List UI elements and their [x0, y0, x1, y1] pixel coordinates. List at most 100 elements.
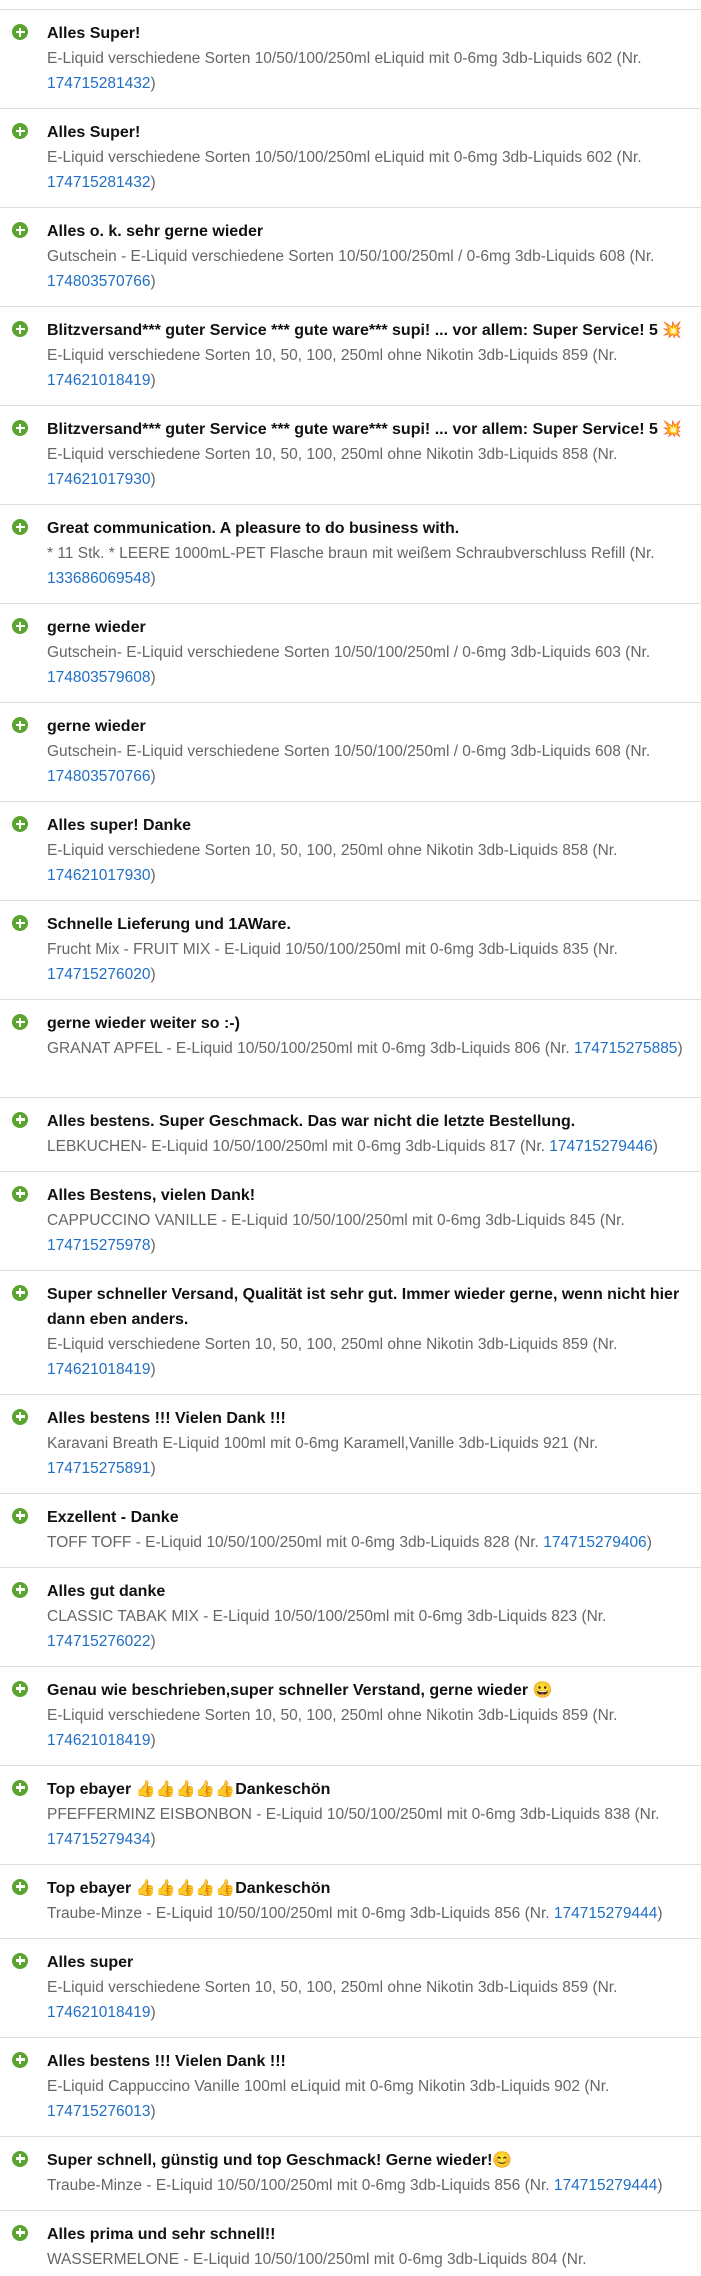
item-description: GRANAT APFEL - E-Liquid 10/50/100/250ml …	[47, 1036, 685, 1061]
item-suffix: )	[150, 273, 156, 290]
item-title: E-Liquid Cappuccino Vanille 100ml eLiqui…	[47, 2077, 610, 2095]
item-suffix: )	[646, 1533, 652, 1551]
item-suffix: )	[657, 2176, 663, 2194]
item-suffix: )	[150, 75, 156, 92]
item-suffix: )	[150, 1236, 156, 1254]
feedback-comment: Alles Super!	[47, 25, 141, 42]
item-description: E-Liquid verschiedene Sorten 10, 50, 100…	[47, 343, 685, 393]
feedback-comment: Top ebayer 👍👍👍👍👍Dankeschön	[47, 1780, 331, 1798]
item-title: Traube-Minze - E-Liquid 10/50/100/250ml …	[47, 1904, 550, 1922]
item-suffix: )	[652, 1137, 658, 1155]
item-suffix: )	[150, 2102, 156, 2120]
item-number-link[interactable]: 174715279444	[554, 1905, 657, 1922]
item-title: Traube-Minze - E-Liquid 10/50/100/250ml …	[47, 2176, 550, 2194]
item-number-link[interactable]: 174621018419	[47, 1732, 150, 1749]
feedback-comment: Alles super	[47, 1953, 134, 1971]
feedback-entry: gerne wieder Gutschein- E-Liquid verschi…	[0, 604, 701, 703]
item-title: CLASSIC TABAK MIX - E-Liquid 10/50/100/2…	[47, 1607, 607, 1625]
feedback-comment: Genau wie beschrieben,super schneller Ve…	[47, 1681, 553, 1699]
item-title: GRANAT APFEL - E-Liquid 10/50/100/250ml …	[47, 1040, 570, 1057]
item-number-link[interactable]: 174715279406	[543, 1534, 646, 1551]
item-description: E-Liquid verschiedene Sorten 10, 50, 100…	[47, 1975, 685, 2025]
item-title: PFEFFERMINZ EISBONBON - E-Liquid 10/50/1…	[47, 1805, 660, 1823]
positive-rating-icon	[12, 1952, 28, 1969]
item-suffix: )	[150, 372, 156, 389]
positive-rating-icon	[12, 2224, 28, 2241]
positive-rating-icon	[12, 2051, 28, 2068]
feedback-entry: Blitzversand*** guter Service *** gute w…	[0, 307, 701, 406]
item-suffix: )	[150, 1731, 156, 1749]
feedback-comment: Alles super! Danke	[47, 817, 192, 834]
item-number-link[interactable]: 174715275978	[47, 1237, 150, 1254]
item-suffix: )	[150, 768, 156, 785]
item-description: E-Liquid verschiedene Sorten 10, 50, 100…	[47, 442, 685, 492]
item-number-link[interactable]: 174715275891	[47, 1460, 150, 1477]
item-title: E-Liquid verschiedene Sorten 10, 50, 100…	[47, 842, 618, 859]
item-number-link[interactable]: 174715279444	[554, 2177, 657, 2194]
item-number-link[interactable]: 174715276013	[47, 2103, 150, 2120]
item-number-link[interactable]: 174715281432	[47, 174, 150, 191]
item-description: * 11 Stk. * LEERE 1000mL-PET Flasche bra…	[47, 541, 685, 591]
feedback-comment: gerne wieder	[47, 619, 146, 636]
feedback-entry: Alles Bestens, vielen Dank! CAPPUCCINO V…	[0, 1172, 701, 1271]
positive-rating-icon	[12, 123, 28, 139]
item-suffix: )	[150, 867, 156, 884]
item-description: PFEFFERMINZ EISBONBON - E-Liquid 10/50/1…	[47, 1802, 685, 1852]
item-number-link[interactable]: 174715276020	[47, 966, 150, 983]
item-description: E-Liquid verschiedene Sorten 10/50/100/2…	[47, 46, 685, 96]
positive-rating-icon	[12, 1878, 28, 1895]
item-description: E-Liquid Cappuccino Vanille 100ml eLiqui…	[47, 2074, 685, 2124]
positive-rating-icon	[12, 1779, 28, 1796]
item-title: E-Liquid verschiedene Sorten 10, 50, 100…	[47, 446, 618, 463]
item-title: E-Liquid verschiedene Sorten 10, 50, 100…	[47, 347, 618, 364]
item-title: E-Liquid verschiedene Sorten 10, 50, 100…	[47, 1706, 618, 1724]
feedback-page: Alles Super! E-Liquid verschiedene Sorte…	[0, 0, 701, 2276]
feedback-entry: gerne wieder weiter so :-) GRANAT APFEL …	[0, 1000, 701, 1098]
feedback-comment: Alles bestens. Super Geschmack. Das war …	[47, 1112, 576, 1130]
positive-rating-icon	[12, 1408, 28, 1425]
item-title: Gutschein - E-Liquid verschiedene Sorten…	[47, 248, 655, 265]
feedback-entry: Alles bestens. Super Geschmack. Das war …	[0, 1098, 701, 1172]
feedback-entry: Alles bestens !!! Vielen Dank !!! E-Liqu…	[0, 2038, 701, 2137]
feedback-comment: Super schneller Versand, Qualität ist se…	[47, 1285, 680, 1328]
item-number-link[interactable]: 174621017930	[47, 867, 150, 884]
feedback-comment: Blitzversand*** guter Service *** gute w…	[47, 421, 683, 438]
item-title: TOFF TOFF - E-Liquid 10/50/100/250ml mit…	[47, 1533, 539, 1551]
item-description: Karavani Breath E-Liquid 100ml mit 0-6mg…	[47, 1431, 685, 1481]
item-number-link[interactable]: 174803570766	[47, 273, 150, 290]
feedback-comment: Alles bestens !!! Vielen Dank !!!	[47, 2052, 286, 2070]
feedback-comment: Super schnell, günstig und top Geschmack…	[47, 2151, 513, 2169]
item-number-link[interactable]: 174715275885	[574, 1040, 677, 1057]
item-number-link[interactable]: 174621017930	[47, 471, 150, 488]
feedback-entry: Alles super E-Liquid verschiedene Sorten…	[0, 1939, 701, 2038]
item-suffix: )	[150, 570, 156, 587]
item-number-link[interactable]: 133686069548	[47, 570, 150, 587]
item-title: CAPPUCCINO VANILLE - E-Liquid 10/50/100/…	[47, 1211, 625, 1229]
item-title: E-Liquid verschiedene Sorten 10/50/100/2…	[47, 149, 642, 166]
positive-rating-icon	[12, 2150, 28, 2167]
positive-rating-icon	[12, 420, 28, 436]
feedback-comment: Alles gut danke	[47, 1582, 166, 1600]
item-suffix: )	[150, 966, 156, 983]
item-number-link[interactable]: 174715279434	[47, 1831, 150, 1848]
item-title: Karavani Breath E-Liquid 100ml mit 0-6mg…	[47, 1434, 599, 1452]
item-title: E-Liquid verschiedene Sorten 10, 50, 100…	[47, 1978, 618, 1996]
item-number-link[interactable]: 174715276022	[47, 1633, 150, 1650]
positive-rating-icon	[12, 1284, 28, 1301]
feedback-entry: Alles Super! E-Liquid verschiedene Sorte…	[0, 109, 701, 208]
feedback-comment: Exzellent - Danke	[47, 1508, 179, 1526]
feedback-entry: Alles super! Danke E-Liquid verschiedene…	[0, 802, 701, 901]
item-number-link[interactable]: 174621018419	[47, 2004, 150, 2021]
positive-rating-icon	[12, 816, 28, 832]
item-number-link[interactable]: 174715279446	[549, 1138, 652, 1155]
item-number-link[interactable]: 174621018419	[47, 1361, 150, 1378]
item-description: CLASSIC TABAK MIX - E-Liquid 10/50/100/2…	[47, 1604, 685, 1654]
item-number-link[interactable]: 174715281432	[47, 75, 150, 92]
item-description: Frucht Mix - FRUIT MIX - E-Liquid 10/50/…	[47, 937, 685, 987]
feedback-entry: Schnelle Lieferung und 1AWare. Frucht Mi…	[0, 901, 701, 1000]
item-number-link[interactable]: 174803570766	[47, 768, 150, 785]
item-description: Gutschein- E-Liquid verschiedene Sorten …	[47, 739, 685, 789]
item-number-link[interactable]: 174803579608	[47, 669, 150, 686]
item-number-link[interactable]: 174621018419	[47, 372, 150, 389]
feedback-entry: Super schnell, günstig und top Geschmack…	[0, 2137, 701, 2211]
